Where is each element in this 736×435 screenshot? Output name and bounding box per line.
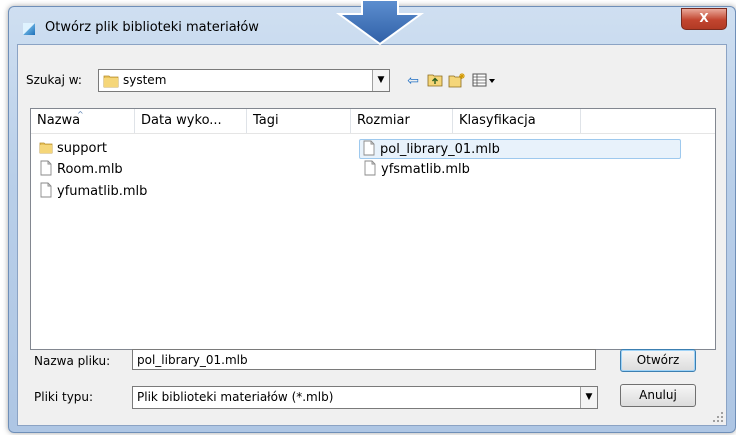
list-item-yfsmatlib[interactable]: yfsmatlib.mlb	[361, 160, 470, 180]
filename-input[interactable]: pol_library_01.mlb	[132, 349, 596, 370]
folder-icon	[39, 142, 53, 154]
chevron-down-icon[interactable]: ▼	[372, 70, 389, 91]
file-icon	[40, 182, 52, 198]
sort-ascending-icon: ^	[77, 110, 84, 119]
new-folder-icon[interactable]	[448, 72, 466, 90]
lookin-value: system	[123, 73, 167, 87]
lookin-combo[interactable]: system ▼	[98, 69, 390, 92]
filename-value: pol_library_01.mlb	[137, 353, 248, 367]
column-header-date[interactable]: Data wyko...	[135, 109, 247, 133]
dialog-client: Szukaj w: system ▼ ⇦ Nazwa ^ Data wyko..…	[17, 44, 727, 426]
resize-grip-icon[interactable]	[712, 411, 724, 423]
list-item-label: Room.mlb	[57, 162, 123, 177]
dialog-title: Otwórz plik biblioteki materiałów	[45, 20, 259, 35]
chevron-down-icon[interactable]: ▼	[580, 387, 597, 408]
filetype-label: Pliki typu:	[34, 390, 94, 404]
list-item-label: pol_library_01.mlb	[380, 142, 500, 157]
filetype-value: Plik biblioteki materiałów (*.mlb)	[137, 390, 334, 404]
filename-label: Nazwa pliku:	[34, 354, 111, 368]
back-arrow-icon[interactable]: ⇦	[404, 72, 422, 90]
list-item-room[interactable]: Room.mlb	[37, 160, 123, 180]
file-icon	[364, 160, 376, 176]
cancel-button[interactable]: Anuluj	[620, 384, 696, 407]
column-header-tags[interactable]: Tagi	[247, 109, 351, 133]
filetype-combo[interactable]: Plik biblioteki materiałów (*.mlb) ▼	[132, 386, 598, 409]
list-item-yfumatlib[interactable]: yfumatlib.mlb	[37, 182, 147, 202]
lookin-label: Szukaj w:	[26, 73, 82, 87]
down-arrow-icon	[335, 0, 425, 46]
list-item-support[interactable]: support	[37, 139, 107, 159]
file-icon	[40, 160, 52, 176]
file-icon	[363, 140, 375, 156]
up-folder-icon[interactable]	[426, 72, 444, 90]
file-list[interactable]: Nazwa ^ Data wyko... Tagi Rozmiar Klasyf…	[30, 108, 716, 350]
dialog-window: Otwórz plik biblioteki materiałów X Szuk…	[8, 6, 736, 433]
header-divider	[31, 133, 715, 134]
column-header-size[interactable]: Rozmiar	[351, 109, 453, 133]
close-button[interactable]: X	[681, 8, 727, 30]
column-header-classification[interactable]: Klasyfikacja	[453, 109, 581, 133]
folder-icon	[103, 75, 119, 88]
app-icon	[23, 23, 35, 35]
list-item-pol-library[interactable]: pol_library_01.mlb	[359, 139, 681, 159]
open-button[interactable]: Otwórz	[620, 349, 696, 372]
list-item-label: yfumatlib.mlb	[57, 184, 148, 199]
list-item-label: yfsmatlib.mlb	[381, 162, 470, 177]
list-item-label: support	[57, 141, 107, 156]
views-menu-icon[interactable]	[472, 72, 498, 90]
